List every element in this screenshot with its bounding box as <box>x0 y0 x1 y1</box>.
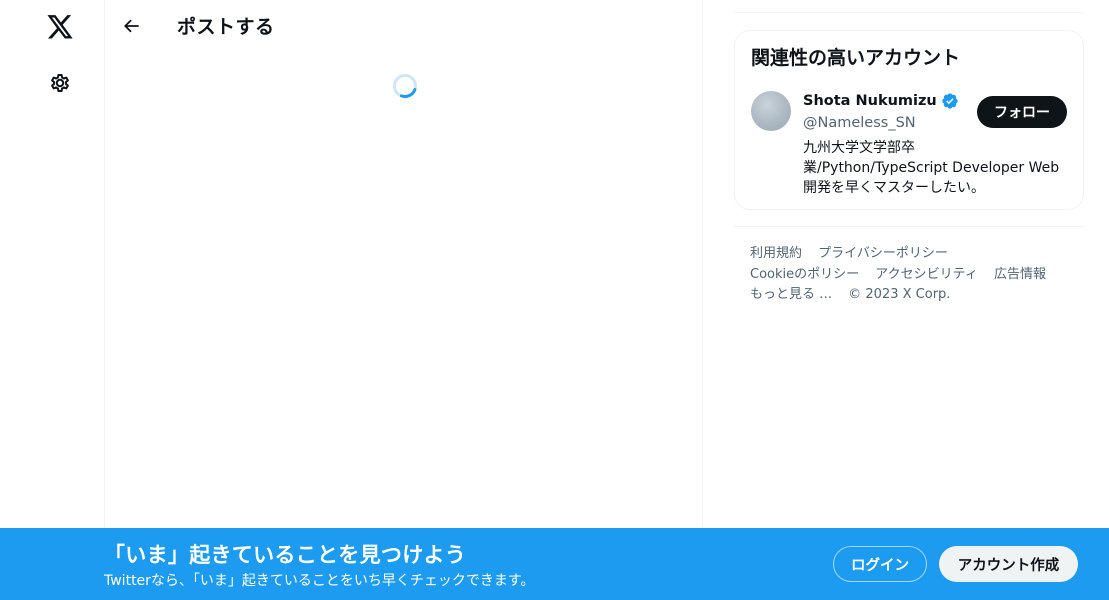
footer-link-accessibility[interactable]: アクセシビリティ <box>875 267 978 282</box>
footer-link-ads-info[interactable]: 広告情報 <box>994 267 1046 282</box>
verified-badge-icon <box>941 92 959 110</box>
divider <box>734 12 1084 13</box>
main-header: ポストする <box>105 0 702 53</box>
main-column: ポストする <box>104 0 703 600</box>
bio-line: 九州大学文学部卒 <box>803 140 915 156</box>
account-bio: 九州大学文学部卒 業/Python/TypeScript Developer W… <box>803 138 1073 198</box>
banner-title: 「いま」起きていることを見つけよう <box>104 543 467 567</box>
footer-row: Cookieのポリシー アクセシビリティ 広告情報 <box>750 265 1070 286</box>
bio-line: 開発を早くマスターしたい。 <box>803 180 985 196</box>
account-handle[interactable]: @Nameless_SN <box>803 115 916 131</box>
footer-row: もっと見る … © 2023 X Corp. <box>750 285 1070 306</box>
follow-button[interactable]: フォロー <box>977 96 1067 128</box>
app-root: ポストする 関連性の高いアカウント Shota Nukumizu @Namele… <box>0 0 1109 600</box>
footer-link-terms[interactable]: 利用規約 <box>750 246 802 261</box>
login-button[interactable]: ログイン <box>833 546 927 582</box>
gear-icon[interactable] <box>38 61 82 105</box>
footer-link-cookies[interactable]: Cookieのポリシー <box>750 267 859 282</box>
copyright: © 2023 X Corp. <box>848 287 951 302</box>
related-accounts-card: 関連性の高いアカウント Shota Nukumizu @Nameless_SN … <box>734 30 1084 210</box>
left-nav <box>0 0 104 600</box>
page-title: ポストする <box>177 16 275 38</box>
footer-row: 利用規約 プライバシーポリシー <box>750 244 1070 265</box>
spinner-icon <box>392 73 418 99</box>
account-name: Shota Nukumizu <box>803 93 937 109</box>
arrow-left-icon[interactable] <box>115 9 149 43</box>
account-name-link[interactable]: Shota Nukumizu <box>803 92 959 110</box>
related-accounts-title: 関連性の高いアカウント <box>751 47 961 69</box>
create-account-button[interactable]: アカウント作成 <box>939 546 1078 582</box>
signup-banner: 「いま」起きていることを見つけよう Twitterなら、「いま」起きていることを… <box>0 528 1109 600</box>
divider <box>734 226 1084 227</box>
footer-link-more[interactable]: もっと見る … <box>750 287 832 302</box>
footer-links: 利用規約 プライバシーポリシー Cookieのポリシー アクセシビリティ 広告情… <box>750 244 1070 306</box>
x-logo-icon[interactable] <box>38 6 82 50</box>
banner-subtitle: Twitterなら、「いま」起きていることをいち早くチェックできます。 <box>104 573 535 589</box>
bio-line: 業/Python/TypeScript Developer Web <box>803 160 1060 176</box>
footer-link-privacy[interactable]: プライバシーポリシー <box>818 246 948 261</box>
avatar[interactable] <box>751 91 791 131</box>
